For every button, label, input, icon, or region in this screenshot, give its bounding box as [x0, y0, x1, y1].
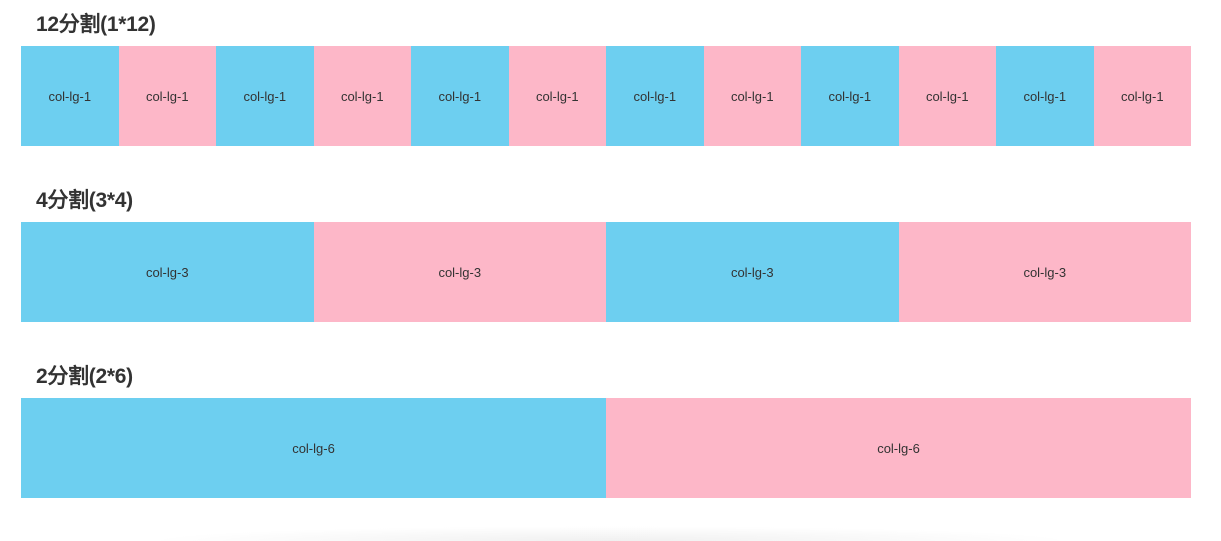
grid-row-2: col-lg-6 col-lg-6: [21, 398, 1191, 498]
grid-cell: col-lg-1: [508, 46, 606, 146]
section-title-12: 12分割(1*12): [36, 13, 156, 36]
grid-cell: col-lg-1: [996, 46, 1094, 146]
grid-cell: col-lg-1: [21, 46, 119, 146]
grid-cell: col-lg-6: [21, 398, 606, 498]
grid-cell: col-lg-6: [606, 398, 1191, 498]
grid-row-4: col-lg-3 col-lg-3 col-lg-3 col-lg-3: [21, 222, 1191, 322]
grid-cell: col-lg-1: [313, 46, 411, 146]
section-title-4: 4分割(3*4): [36, 189, 133, 212]
grid-cell: col-lg-3: [313, 222, 606, 322]
grid-cell: col-lg-1: [411, 46, 509, 146]
grid-cell: col-lg-1: [118, 46, 216, 146]
grid-cell: col-lg-1: [898, 46, 996, 146]
section-title-2: 2分割(2*6): [36, 365, 133, 388]
grid-cell: col-lg-1: [216, 46, 314, 146]
grid-cell: col-lg-1: [801, 46, 899, 146]
bottom-shadow: [140, 526, 1080, 541]
grid-cell: col-lg-3: [606, 222, 899, 322]
grid-cell: col-lg-1: [606, 46, 704, 146]
grid-row-12: col-lg-1 col-lg-1 col-lg-1 col-lg-1 col-…: [21, 46, 1191, 146]
grid-cell: col-lg-1: [703, 46, 801, 146]
grid-cell: col-lg-3: [21, 222, 314, 322]
grid-cell: col-lg-3: [898, 222, 1191, 322]
grid-cell: col-lg-1: [1093, 46, 1191, 146]
